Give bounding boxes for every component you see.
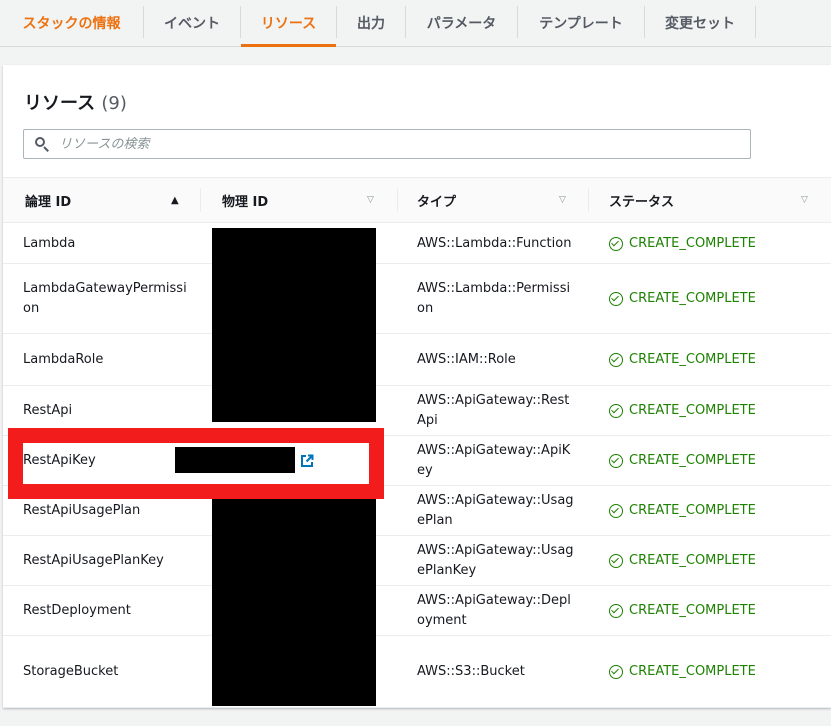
redacted-physical-ids — [212, 488, 376, 706]
tab-template[interactable]: テンプレート — [518, 0, 644, 46]
table-row[interactable]: RestDeployment AWS::ApiGateway::Deploymen… — [3, 586, 831, 636]
column-divider[interactable] — [588, 188, 589, 212]
logical-id-cell: Lambda — [23, 235, 76, 251]
status-cell: CREATE_COMPLETE — [609, 636, 809, 707]
status-cell: CREATE_COMPLETE — [609, 436, 809, 485]
status-cell: CREATE_COMPLETE — [609, 586, 809, 635]
check-circle-icon — [609, 453, 623, 468]
status-cell: CREATE_COMPLETE — [609, 386, 809, 435]
logical-id-cell: RestApiUsagePlanKey — [23, 552, 164, 568]
tab-change-sets[interactable]: 変更セット — [645, 0, 755, 46]
tab-bar: スタックの情報 イベント リソース 出力 パラメータ テンプレート 変更セット — [0, 0, 831, 47]
type-cell: AWS::ApiGateway::UsagePlanKey — [417, 542, 574, 578]
status-text: CREATE_COMPLETE — [629, 235, 756, 251]
search-box[interactable] — [23, 129, 751, 159]
external-link-icon[interactable] — [300, 454, 314, 468]
type-cell: AWS::ApiGateway::Deployment — [417, 592, 571, 628]
status-text: CREATE_COMPLETE — [629, 552, 756, 568]
status-text: CREATE_COMPLETE — [629, 502, 756, 518]
column-divider[interactable] — [397, 188, 398, 212]
status-cell: CREATE_COMPLETE — [609, 264, 809, 333]
status-text: CREATE_COMPLETE — [629, 290, 756, 306]
check-circle-icon — [609, 236, 623, 251]
column-header-status[interactable]: ステータス — [609, 178, 674, 222]
logical-id-cell: RestDeployment — [23, 602, 131, 618]
check-circle-icon — [609, 603, 623, 618]
status-text: CREATE_COMPLETE — [629, 452, 756, 468]
check-circle-icon — [609, 291, 623, 306]
logical-id-cell: LambdaGatewayPermission — [23, 280, 187, 316]
type-cell: AWS::IAM::Role — [417, 351, 516, 367]
search-icon — [35, 137, 49, 152]
type-cell: AWS::ApiGateway::UsagePlan — [417, 492, 574, 528]
sort-icon[interactable]: ▽ — [801, 178, 808, 222]
sort-icon[interactable]: ▽ — [367, 178, 374, 222]
table-row[interactable]: RestApiUsagePlanKey AWS::ApiGateway::Usag… — [3, 536, 831, 586]
panel-title: リソース (9) — [24, 89, 127, 115]
redacted-physical-id — [175, 447, 295, 473]
status-cell: CREATE_COMPLETE — [609, 334, 809, 385]
type-cell: AWS::Lambda::Function — [417, 235, 572, 251]
resource-count: (9) — [101, 93, 127, 114]
type-cell: AWS::ApiGateway::ApiKey — [417, 442, 571, 478]
check-circle-icon — [609, 352, 623, 367]
check-circle-icon — [609, 553, 623, 568]
search-input[interactable] — [59, 136, 659, 152]
column-header-physical-id[interactable]: 物理 ID — [222, 178, 268, 222]
table-row[interactable]: LambdaRole AWS::IAM::Role CREATE_COMPLETE — [3, 334, 831, 386]
status-cell: CREATE_COMPLETE — [609, 224, 809, 263]
check-circle-icon — [609, 503, 623, 518]
check-circle-icon — [609, 664, 623, 679]
table-row[interactable]: LambdaGatewayPermission AWS::Lambda::Perm… — [3, 264, 831, 334]
tab-outputs[interactable]: 出力 — [337, 0, 405, 46]
tab-stack-info[interactable]: スタックの情報 — [0, 0, 143, 46]
status-text: CREATE_COMPLETE — [629, 402, 756, 418]
tab-divider — [755, 6, 756, 38]
status-cell: CREATE_COMPLETE — [609, 536, 809, 585]
tab-events[interactable]: イベント — [144, 0, 240, 46]
tab-parameters[interactable]: パラメータ — [406, 0, 517, 46]
panel-title-text: リソース — [24, 93, 96, 114]
column-header-logical-id[interactable]: 論理 ID — [25, 178, 71, 222]
status-cell: CREATE_COMPLETE — [609, 486, 809, 535]
status-text: CREATE_COMPLETE — [629, 663, 756, 679]
redacted-physical-ids — [212, 228, 376, 422]
table-header: 論理 ID ▲ 物理 ID ▽ タイプ ▽ ステータス ▽ — [3, 177, 831, 223]
table-row[interactable]: StorageBucket AWS::S3::Bucket CREATE_COMPL… — [3, 636, 831, 708]
status-text: CREATE_COMPLETE — [629, 602, 756, 618]
type-cell: AWS::S3::Bucket — [417, 663, 525, 679]
tab-resources[interactable]: リソース — [241, 0, 336, 47]
column-header-type[interactable]: タイプ — [417, 178, 456, 222]
status-text: CREATE_COMPLETE — [629, 351, 756, 367]
column-divider[interactable] — [200, 188, 201, 212]
type-cell: AWS::ApiGateway::RestApi — [417, 392, 570, 428]
check-circle-icon — [609, 403, 623, 418]
logical-id-cell: StorageBucket — [23, 663, 119, 679]
logical-id-cell: LambdaRole — [23, 351, 104, 367]
table-row[interactable]: Lambda AWS::Lambda::Function CREATE_COMPLE… — [3, 224, 831, 264]
sort-ascending-icon[interactable]: ▲ — [171, 178, 179, 222]
type-cell: AWS::Lambda::Permission — [417, 280, 571, 316]
sort-icon[interactable]: ▽ — [559, 178, 566, 222]
